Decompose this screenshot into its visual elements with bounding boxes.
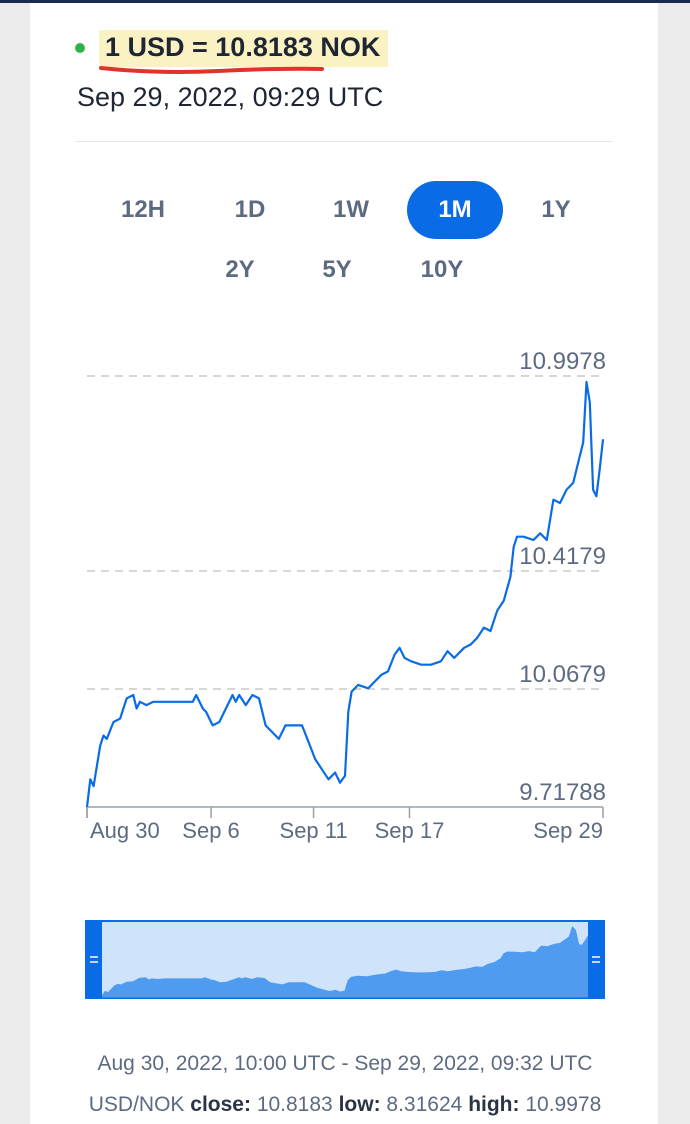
navigator-right-handle-icon[interactable]: [588, 921, 604, 998]
rate-chart: 10.9978 10.4179 10.0679 9.71788 Aug 30 Sep 6 S…: [85, 348, 606, 999]
navigator-left-handle-icon[interactable]: [86, 921, 102, 998]
footer-stats: USD/NOK close: 10.8183 low: 8.31624 high…: [0, 1093, 690, 1117]
high-label: high:: [468, 1093, 520, 1116]
x-tick-label: Sep 6: [182, 818, 240, 843]
series-line: [85, 380, 605, 808]
low-value: 8.31624: [386, 1093, 463, 1116]
y-tick-label: 9.71788: [519, 779, 606, 806]
y-tick-label: 10.9978: [519, 348, 606, 375]
x-tick-label: Sep 17: [375, 818, 445, 843]
x-tick-label: Sep 11: [280, 818, 348, 843]
high-value: 10.9978: [525, 1093, 602, 1116]
footer-range: Aug 30, 2022, 10:00 UTC - Sep 29, 2022, …: [97, 1052, 593, 1075]
y-tick-label: 10.4179: [519, 543, 606, 570]
pair-label: USD/NOK: [88, 1093, 185, 1116]
low-label: low:: [338, 1093, 381, 1116]
close-value: 10.8183: [256, 1093, 333, 1116]
close-label: close:: [190, 1093, 251, 1116]
x-tick-label: Sep 29: [533, 818, 603, 843]
y-tick-label: 10.0679: [519, 661, 606, 688]
x-tick-label: Aug 30: [90, 818, 160, 843]
